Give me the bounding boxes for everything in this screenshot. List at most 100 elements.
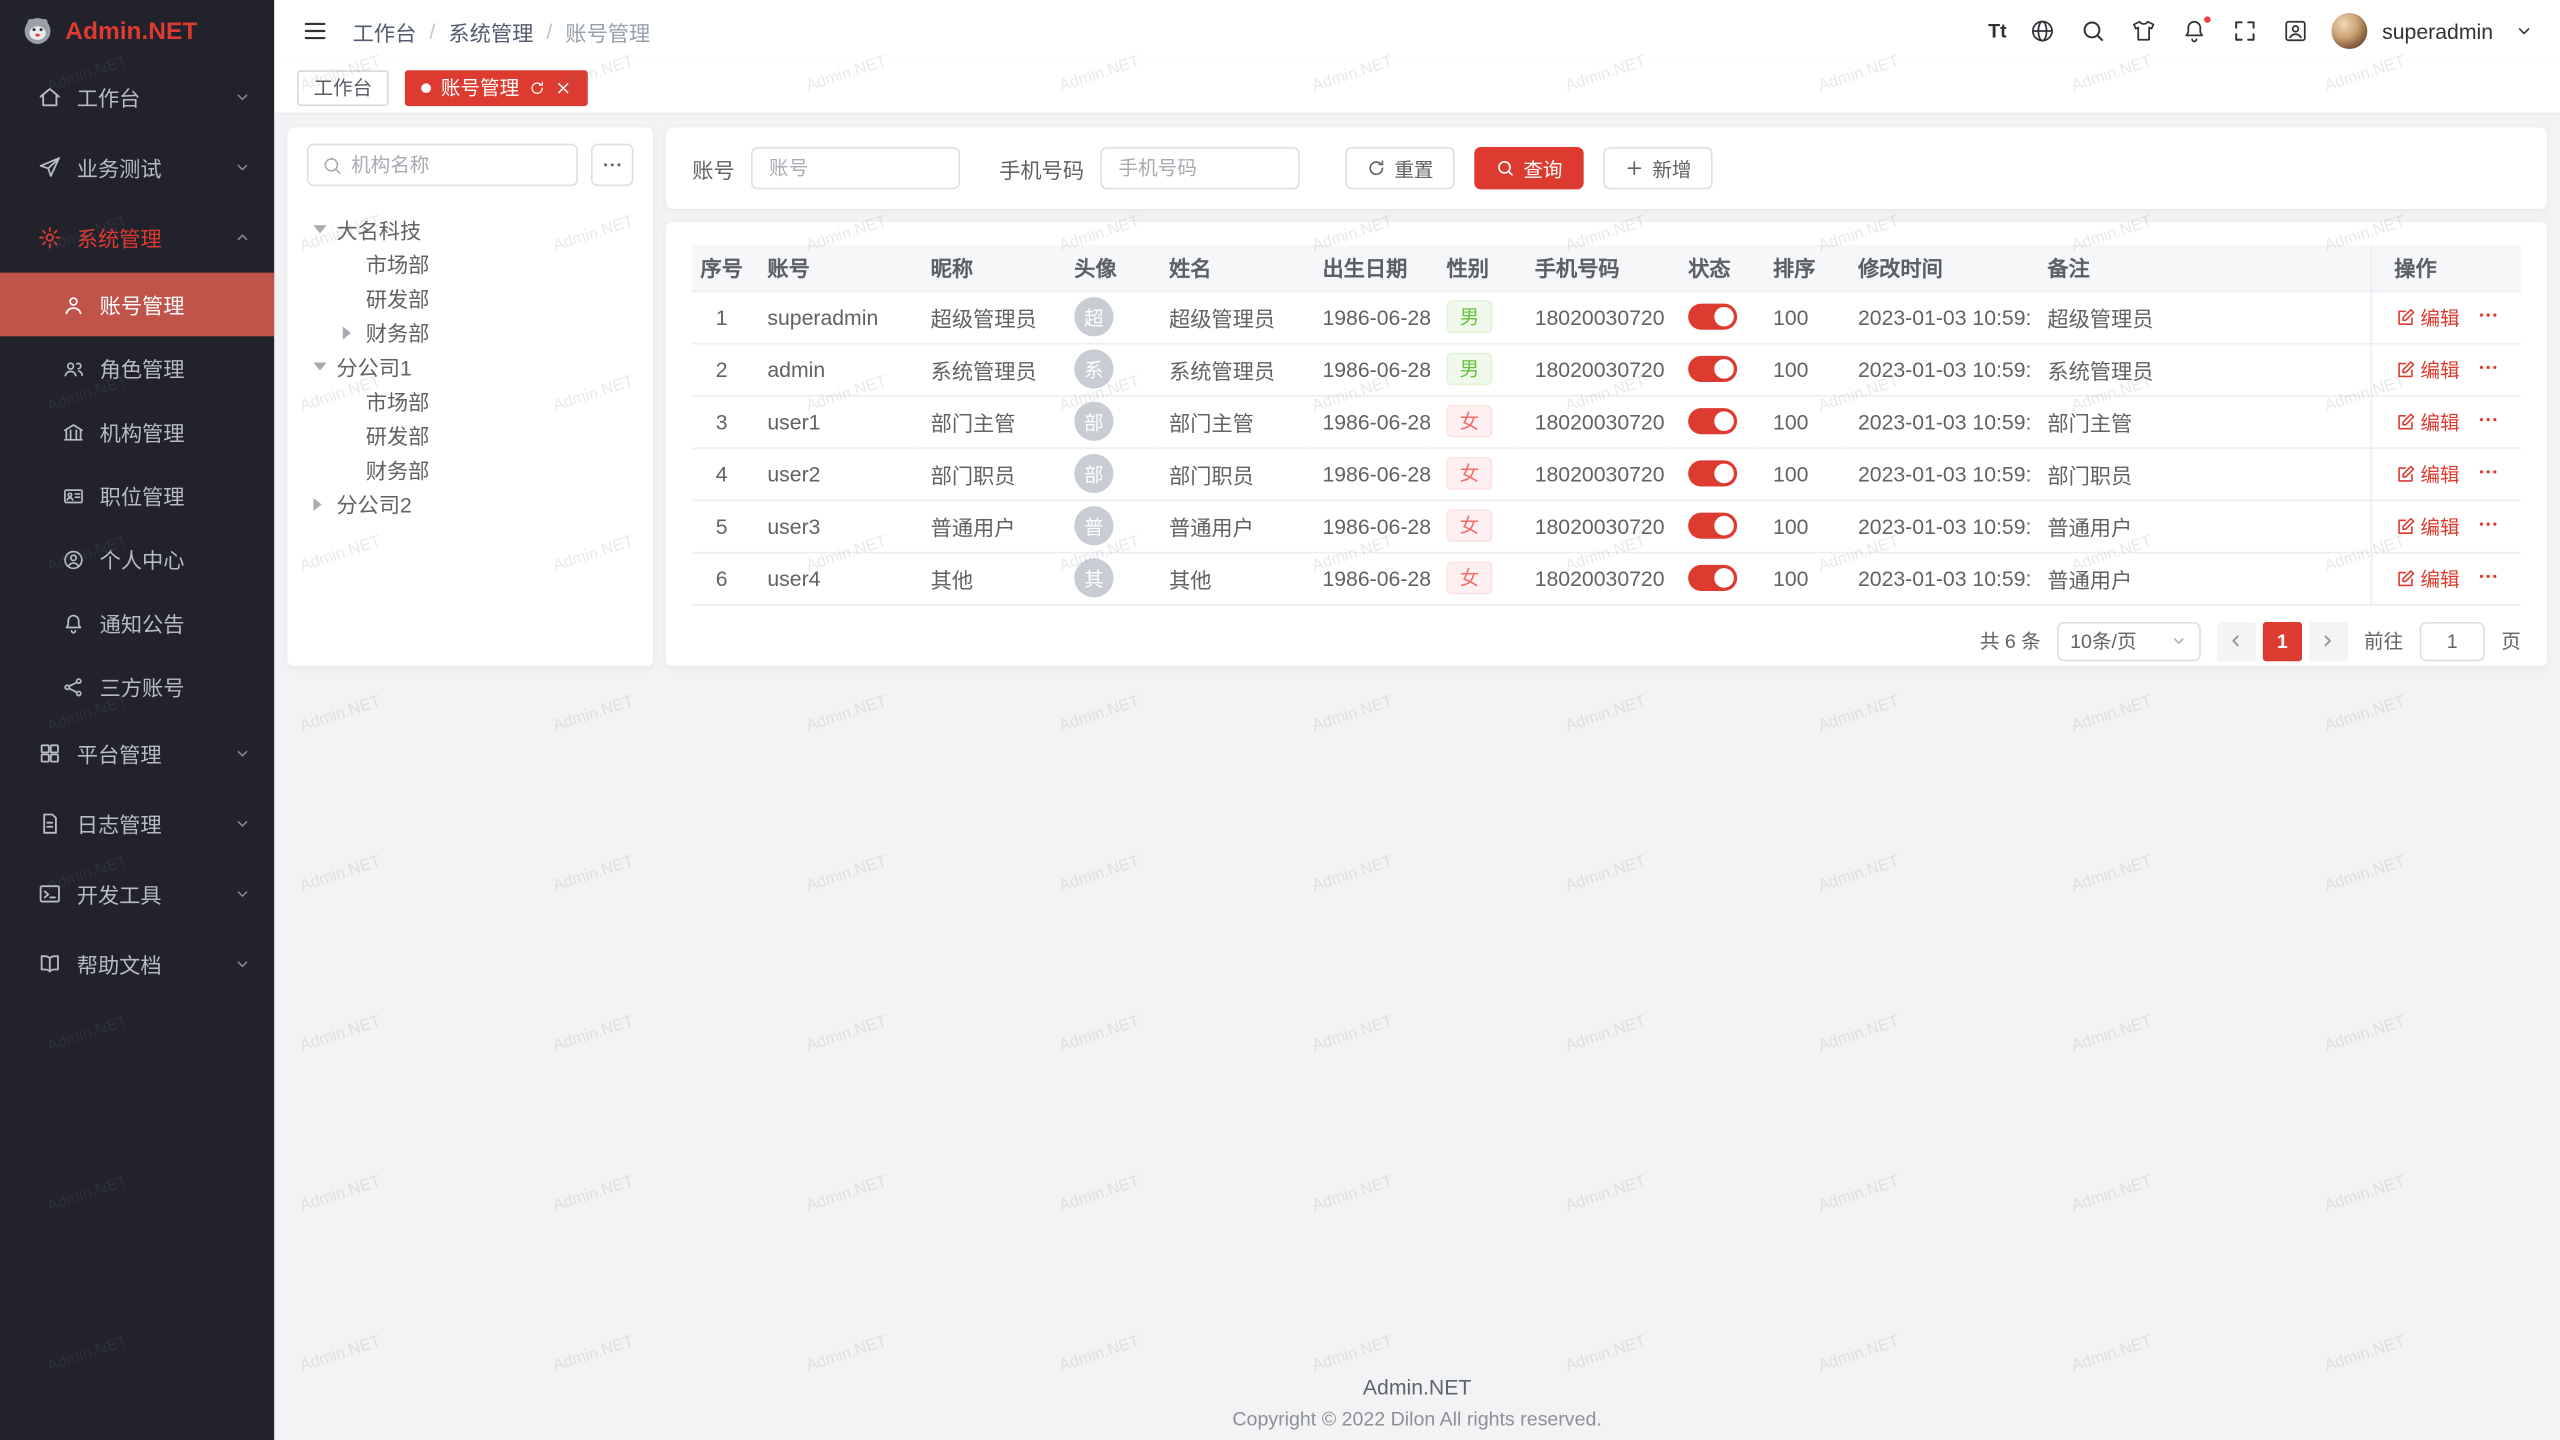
tree-node-4[interactable]: 分公司1 (307, 349, 634, 383)
sidebar-item-0[interactable]: 工作台 (0, 62, 274, 132)
page-number-button[interactable]: 1 (2263, 621, 2302, 660)
row-more-button[interactable] (2476, 565, 2502, 591)
edit-button[interactable]: 编辑 (2394, 460, 2459, 488)
account-input[interactable] (751, 147, 960, 189)
sidebar-item-6[interactable]: 帮助文档 (0, 929, 274, 999)
sidebar-subitem-2-1[interactable]: 角色管理 (0, 336, 274, 400)
sidebar-subitem-label: 角色管理 (100, 353, 252, 384)
app-logo[interactable]: Admin.NET (0, 0, 274, 62)
tree-node-7[interactable]: 财务部 (307, 452, 634, 486)
cell-operation: 编辑 (2371, 552, 2521, 604)
search-icon (1496, 158, 1516, 178)
sidebar-subitem-2-5[interactable]: 通知公告 (0, 591, 274, 655)
cell-status (1672, 447, 1757, 499)
cell-nickname: 部门职员 (914, 447, 1058, 499)
font-size-icon[interactable]: Tt (1988, 16, 2006, 45)
org-tree-toolbar (307, 144, 634, 186)
tree-node-0[interactable]: 大名科技 (307, 212, 634, 246)
breadcrumb-separator: / (429, 19, 435, 43)
tree-node-label: 市场部 (366, 385, 430, 416)
tab-0[interactable]: 工作台 (297, 69, 388, 105)
tree-caret-right-icon[interactable] (343, 326, 366, 339)
row-more-button[interactable] (2476, 304, 2502, 330)
tree-caret-down-icon[interactable] (313, 362, 336, 370)
reset-button[interactable]: 重置 (1345, 147, 1454, 189)
notification-bell-icon[interactable] (2180, 16, 2209, 45)
cell-remark: 普通用户 (2031, 500, 2371, 552)
menu-collapse-icon[interactable] (300, 16, 329, 45)
tree-node-2[interactable]: 研发部 (307, 281, 634, 315)
search-button[interactable]: 查询 (1474, 147, 1583, 189)
tree-more-button[interactable] (591, 144, 633, 186)
tree-caret-down-icon[interactable] (313, 225, 336, 233)
status-toggle[interactable] (1688, 356, 1737, 382)
sidebar-subitem-label: 机构管理 (100, 416, 252, 447)
platform-icon (38, 741, 62, 765)
refresh-icon (1367, 158, 1387, 178)
table-row: 2admin系统管理员系系统管理员1986-06-28男180200307201… (692, 343, 2521, 395)
cell-seq: 3 (692, 395, 751, 447)
fullscreen-icon[interactable] (2230, 16, 2259, 45)
search-icon[interactable] (2078, 16, 2107, 45)
tree-node-6[interactable]: 研发部 (307, 418, 634, 452)
edit-button-label: 编辑 (2420, 407, 2459, 435)
sidebar-subitem-2-4[interactable]: 个人中心 (0, 527, 274, 591)
breadcrumb-item-system[interactable]: 系统管理 (448, 16, 533, 47)
edit-button[interactable]: 编辑 (2394, 564, 2459, 592)
topbar-left: 工作台 / 系统管理 / 账号管理 (300, 16, 650, 47)
tree-caret-right-icon[interactable] (313, 497, 336, 510)
org-search-input[interactable] (351, 153, 563, 176)
username[interactable]: superadmin (2382, 19, 2493, 43)
tree-node-3[interactable]: 财务部 (307, 315, 634, 349)
tab-1[interactable]: 账号管理 (405, 69, 588, 105)
edit-button[interactable]: 编辑 (2394, 407, 2459, 435)
tree-node-1[interactable]: 市场部 (307, 247, 634, 281)
sidebar-subitem-2-6[interactable]: 三方账号 (0, 655, 274, 719)
status-toggle[interactable] (1688, 513, 1737, 539)
sidebar-item-label: 开发工具 (77, 878, 234, 909)
add-button[interactable]: 新增 (1603, 147, 1712, 189)
tree-node-label: 大名科技 (336, 214, 421, 245)
column-header-5: 出生日期 (1306, 245, 1430, 291)
edit-button[interactable]: 编辑 (2394, 303, 2459, 331)
edit-button[interactable]: 编辑 (2394, 512, 2459, 540)
pagination: 共 6 条 10条/页 1 (692, 621, 2521, 660)
breadcrumb-item-workbench[interactable]: 工作台 (353, 16, 417, 47)
cell-seq: 2 (692, 343, 751, 395)
sidebar-item-3[interactable]: 平台管理 (0, 718, 274, 788)
close-icon[interactable] (555, 79, 571, 95)
user-center-icon[interactable] (2281, 16, 2310, 45)
sidebar-item-5[interactable]: 开发工具 (0, 859, 274, 929)
phone-input[interactable] (1100, 147, 1299, 189)
chevron-down-icon (233, 88, 251, 106)
goto-page-input[interactable] (2420, 621, 2485, 660)
cell-phone: 18020030720 (1518, 552, 1671, 604)
next-page-button[interactable] (2309, 621, 2348, 660)
sidebar-subitem-2-0[interactable]: 账号管理 (0, 273, 274, 337)
theme-icon[interactable] (2129, 16, 2158, 45)
status-toggle[interactable] (1688, 565, 1737, 591)
edit-button[interactable]: 编辑 (2394, 355, 2459, 383)
row-more-button[interactable] (2476, 408, 2502, 434)
sidebar-subitem-2-2[interactable]: 机构管理 (0, 400, 274, 464)
status-toggle[interactable] (1688, 461, 1737, 487)
row-more-button[interactable] (2476, 513, 2502, 539)
sidebar-subitem-2-3[interactable]: 职位管理 (0, 464, 274, 528)
prev-page-button[interactable] (2217, 621, 2256, 660)
tree-node-8[interactable]: 分公司2 (307, 487, 634, 521)
language-icon[interactable] (2028, 16, 2057, 45)
status-toggle[interactable] (1688, 304, 1737, 330)
status-toggle[interactable] (1688, 409, 1737, 435)
sidebar-item-4[interactable]: 日志管理 (0, 789, 274, 859)
edit-button-label: 编辑 (2420, 564, 2459, 592)
row-more-button[interactable] (2476, 356, 2502, 382)
page-size-select[interactable]: 10条/页 (2057, 621, 2201, 660)
row-more-button[interactable] (2476, 460, 2502, 486)
tree-node-5[interactable]: 市场部 (307, 384, 634, 418)
sidebar-item-label: 工作台 (77, 82, 234, 113)
sidebar-item-2[interactable]: 系统管理 (0, 202, 274, 272)
refresh-icon[interactable] (529, 79, 545, 95)
user-avatar[interactable] (2332, 13, 2368, 49)
column-header-4: 姓名 (1153, 245, 1306, 291)
sidebar-item-1[interactable]: 业务测试 (0, 132, 274, 202)
